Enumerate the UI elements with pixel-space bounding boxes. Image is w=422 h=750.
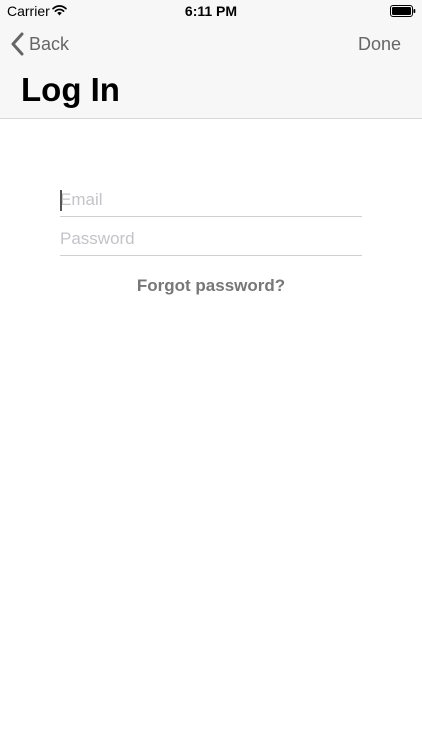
text-cursor	[60, 190, 62, 211]
forgot-password-link[interactable]: Forgot password?	[0, 276, 422, 296]
password-field-container	[60, 223, 362, 256]
email-field-container	[60, 184, 362, 217]
email-field[interactable]	[60, 184, 362, 216]
back-button[interactable]: Back	[10, 30, 69, 58]
status-time: 6:11 PM	[184, 3, 238, 19]
back-label: Back	[29, 34, 70, 54]
top-bar: Carrier 6:11 PM Back Done Log In	[0, 0, 422, 119]
status-bar: Carrier 6:11 PM	[0, 0, 422, 22]
navigation-bar: Back Done	[0, 22, 422, 66]
battery-icon	[390, 5, 416, 17]
chevron-left-icon	[11, 32, 24, 56]
page-title: Log In	[21, 71, 120, 108]
done-button[interactable]: Done	[358, 30, 401, 58]
login-form	[60, 184, 362, 256]
password-field[interactable]	[60, 223, 362, 255]
